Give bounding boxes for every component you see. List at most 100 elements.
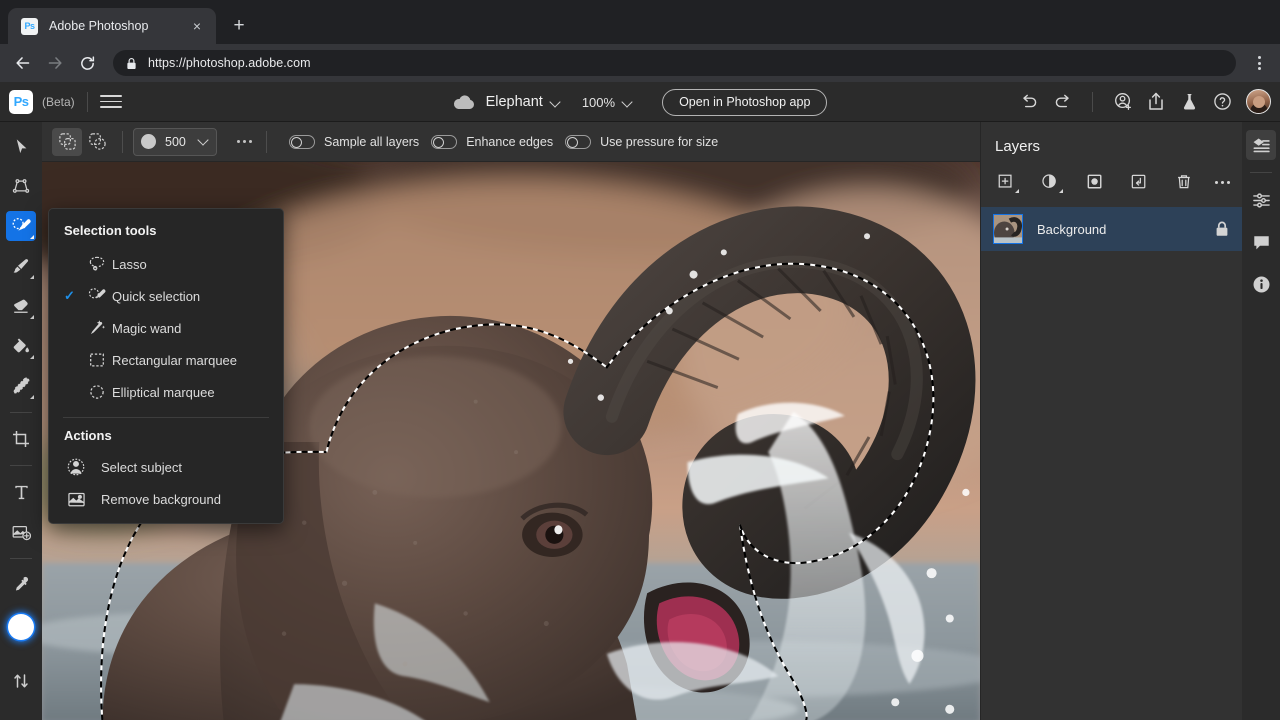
quick-selection-tool[interactable]	[6, 211, 36, 241]
use-pressure-for-size-label: Use pressure for size	[600, 135, 718, 149]
select-subject-icon	[67, 458, 101, 476]
rectangular-marquee-icon	[82, 351, 112, 369]
user-avatar[interactable]	[1246, 89, 1271, 114]
cloud-document-icon	[453, 95, 475, 110]
brush-more-options-icon[interactable]	[233, 134, 256, 149]
flyout-item-elliptical-marquee[interactable]: Elliptical marquee	[49, 376, 283, 408]
eyedropper-tool[interactable]	[6, 570, 36, 600]
brush-preview-icon	[141, 134, 156, 149]
browser-menu-icon[interactable]	[1246, 48, 1272, 78]
flyout-action-select-subject[interactable]: Select subject	[49, 451, 283, 483]
new-tab-button[interactable]: +	[224, 11, 254, 41]
experiments-flask-icon[interactable]	[1174, 87, 1204, 117]
photoshop-header: Ps (Beta) Elephant 100% Open in Photosho…	[0, 82, 1280, 122]
sample-all-layers-toggle[interactable]	[289, 135, 315, 149]
forward-arrow-icon[interactable]	[40, 48, 70, 78]
enhance-edges-group[interactable]: Enhance edges	[431, 135, 553, 149]
quick-selection-check-icon: ✓	[64, 288, 82, 304]
adjustments-panel-button[interactable]	[1246, 185, 1276, 215]
color-swatches[interactable]	[5, 614, 37, 658]
document-menu-chevron-down-icon[interactable]	[551, 98, 560, 107]
close-tab-icon[interactable]: ×	[188, 17, 206, 35]
zoom-menu-chevron-down-icon[interactable]	[623, 98, 632, 107]
lock-icon	[126, 57, 137, 70]
sample-all-layers-label: Sample all layers	[324, 135, 419, 149]
main-menu-icon[interactable]	[100, 91, 122, 113]
undo-icon[interactable]	[1014, 87, 1044, 117]
flyout-title: Selection tools	[49, 219, 283, 248]
enhance-edges-toggle[interactable]	[431, 135, 457, 149]
brush-size-control[interactable]: 500	[133, 128, 217, 156]
header-actions	[1014, 87, 1271, 117]
flyout-separator	[63, 417, 269, 418]
layers-panel-button[interactable]	[1246, 130, 1276, 160]
move-tool[interactable]	[6, 131, 36, 161]
document-name: Elephant	[486, 94, 543, 110]
photoshop-logo-icon: Ps	[9, 90, 33, 114]
remove-background-icon	[67, 491, 101, 508]
quick-selection-label: Quick selection	[112, 289, 200, 304]
brush-size-value: 500	[165, 135, 189, 149]
add-to-selection-button[interactable]	[52, 128, 82, 156]
adjustment-layer-button[interactable]	[1037, 169, 1063, 195]
subtract-from-selection-button[interactable]	[82, 128, 112, 156]
layers-panel-toolbar	[981, 155, 1242, 207]
reload-icon[interactable]	[72, 48, 102, 78]
magic-wand-label: Magic wand	[112, 321, 181, 336]
layer-name: Background	[1037, 222, 1201, 237]
tool-separator-3	[10, 558, 32, 559]
flyout-item-lasso[interactable]: Lasso	[49, 248, 283, 280]
crop-tool[interactable]	[6, 424, 36, 454]
use-pressure-for-size-group[interactable]: Use pressure for size	[565, 135, 718, 149]
table-row[interactable]: Background	[981, 207, 1242, 251]
brush-size-chevron-down-icon[interactable]	[199, 137, 208, 146]
delete-layer-button[interactable]	[1171, 169, 1197, 195]
enhance-edges-label: Enhance edges	[466, 135, 553, 149]
select-subject-label: Select subject	[101, 460, 182, 475]
eraser-tool[interactable]	[6, 291, 36, 321]
info-panel-button[interactable]	[1246, 269, 1276, 299]
beta-label: (Beta)	[42, 95, 75, 109]
use-pressure-for-size-toggle[interactable]	[565, 135, 591, 149]
layer-more-button[interactable]	[1215, 181, 1230, 184]
clipping-mask-button[interactable]	[1126, 169, 1152, 195]
flyout-action-remove-background[interactable]: Remove background	[49, 483, 283, 515]
flyout-item-quick-selection[interactable]: ✓ Quick selection	[49, 280, 283, 312]
zoom-level-value: 100%	[582, 95, 615, 110]
browser-tab-strip: Ps Adobe Photoshop × +	[0, 0, 1280, 44]
photoshop-favicon-icon: Ps	[21, 18, 38, 35]
flyout-actions-title: Actions	[49, 422, 283, 451]
elliptical-marquee-icon	[82, 383, 112, 401]
swap-colors-icon[interactable]	[8, 668, 34, 694]
lock-icon[interactable]	[1215, 221, 1229, 237]
sample-all-layers-group[interactable]: Sample all layers	[289, 135, 419, 149]
open-in-photoshop-app-button[interactable]: Open in Photoshop app	[662, 89, 827, 116]
rectangular-marquee-label: Rectangular marquee	[112, 353, 237, 368]
lasso-icon	[82, 255, 112, 273]
rail-separator	[1250, 172, 1272, 173]
help-icon[interactable]	[1207, 87, 1237, 117]
healing-brush-tool[interactable]	[6, 371, 36, 401]
paint-bucket-tool[interactable]	[6, 331, 36, 361]
flyout-item-magic-wand[interactable]: Magic wand	[49, 312, 283, 344]
magic-wand-icon	[82, 319, 112, 337]
browser-tab[interactable]: Ps Adobe Photoshop ×	[8, 8, 216, 44]
foreground-color-swatch[interactable]	[8, 614, 34, 640]
redo-icon[interactable]	[1047, 87, 1077, 117]
address-bar[interactable]: https://photoshop.adobe.com	[113, 50, 1236, 76]
flyout-item-rectangular-marquee[interactable]: Rectangular marquee	[49, 344, 283, 376]
place-image-tool[interactable]	[6, 517, 36, 547]
comments-panel-button[interactable]	[1246, 227, 1276, 257]
back-arrow-icon[interactable]	[8, 48, 38, 78]
type-tool[interactable]	[6, 477, 36, 507]
layer-thumbnail	[993, 214, 1023, 244]
header-actions-divider	[1092, 92, 1093, 112]
address-bar-url: https://photoshop.adobe.com	[148, 56, 311, 70]
brush-tool[interactable]	[6, 251, 36, 281]
browser-toolbar: https://photoshop.adobe.com	[0, 44, 1280, 82]
invite-user-icon[interactable]	[1108, 87, 1138, 117]
share-icon[interactable]	[1141, 87, 1171, 117]
transform-tool[interactable]	[6, 171, 36, 201]
layer-mask-button[interactable]	[1082, 169, 1108, 195]
add-layer-button[interactable]	[993, 169, 1019, 195]
